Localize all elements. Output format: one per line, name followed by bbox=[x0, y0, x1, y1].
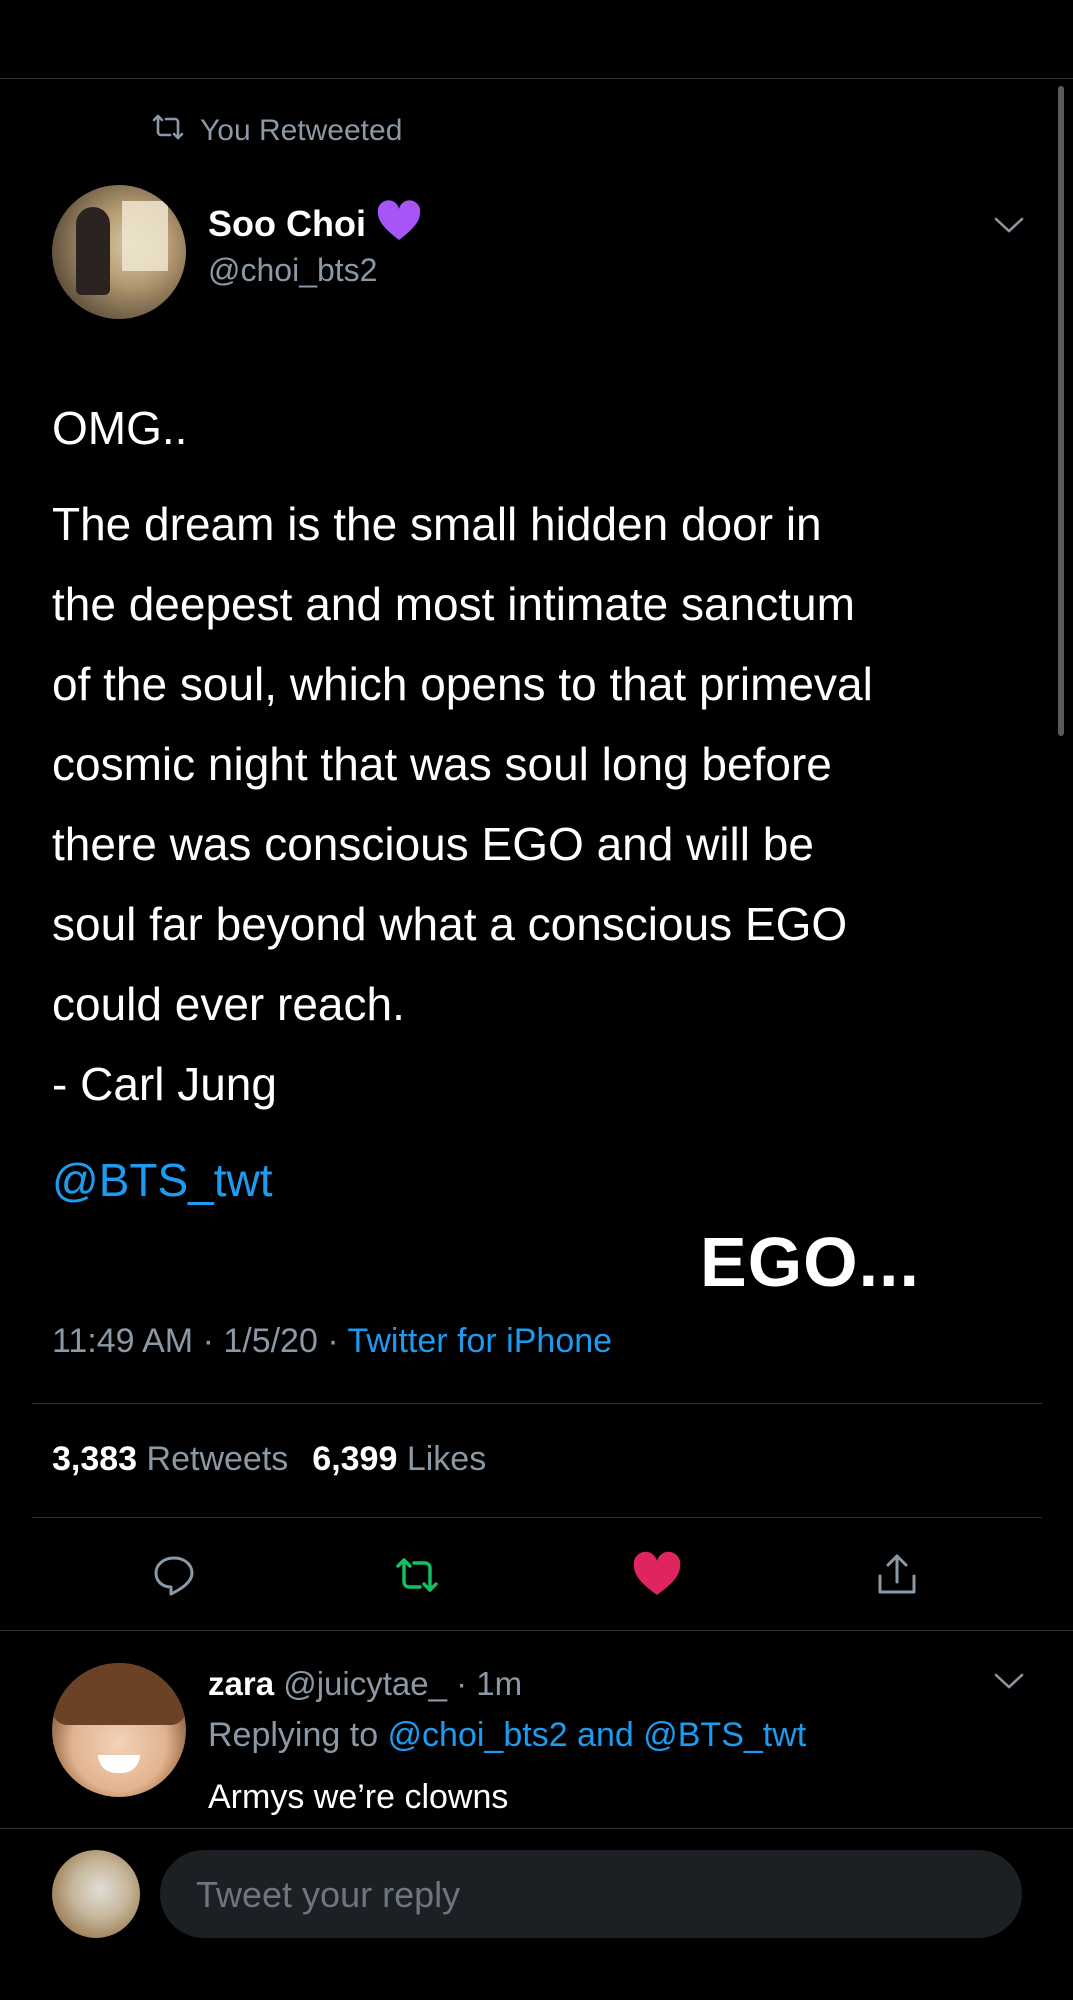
author-name[interactable]: Soo Choi bbox=[208, 203, 366, 245]
divider bbox=[0, 1630, 1073, 1631]
replying-prefix: Replying to bbox=[208, 1716, 388, 1754]
retweets-count: 3,383 bbox=[52, 1440, 138, 1478]
chevron-down-icon[interactable] bbox=[992, 214, 1026, 236]
retweet-icon bbox=[396, 1558, 438, 1592]
likes-stat[interactable]: 6,399 Likes bbox=[312, 1440, 486, 1479]
like-icon bbox=[633, 1551, 681, 1595]
share-icon bbox=[878, 1554, 916, 1594]
tweet-line: OMG.. bbox=[52, 402, 188, 454]
divider bbox=[32, 1517, 1042, 1518]
tweet-line: the deepest and most intimate sanctum bbox=[52, 578, 855, 630]
replying-targets[interactable]: @choi_bts2 and @BTS_twt bbox=[388, 1716, 807, 1754]
tweet-line: there was conscious EGO and will be bbox=[52, 818, 814, 870]
reply-avatar[interactable] bbox=[52, 1663, 186, 1797]
reply-composer[interactable] bbox=[160, 1850, 1022, 1940]
like-button[interactable] bbox=[630, 1548, 684, 1602]
tweet-line: of the soul, which opens to that primeva… bbox=[52, 658, 873, 710]
likes-count: 6,399 bbox=[312, 1440, 398, 1478]
overlay-caption: EGO... bbox=[700, 1223, 920, 1301]
tweet-meta: 11:49 AM · 1/5/20 · Twitter for iPhone bbox=[52, 1322, 612, 1361]
author-handle[interactable]: @choi_bts2 bbox=[208, 252, 377, 289]
divider bbox=[0, 1828, 1073, 1829]
tweet-line: could ever reach. bbox=[52, 978, 405, 1030]
reply-text: Armys we’re clowns bbox=[208, 1778, 509, 1816]
retweet-banner-label: You Retweeted bbox=[200, 114, 403, 147]
tweet-time: 11:49 AM · 1/5/20 · bbox=[52, 1322, 348, 1360]
reply-author-name[interactable]: zara bbox=[208, 1665, 274, 1702]
tweet-source[interactable]: Twitter for iPhone bbox=[347, 1322, 612, 1360]
avatar[interactable] bbox=[52, 185, 186, 319]
avatar-smile bbox=[98, 1755, 140, 1773]
tweet-stats: 3,383 Retweets 6,399 Likes bbox=[52, 1440, 486, 1479]
chevron-down-icon[interactable] bbox=[992, 1670, 1026, 1692]
retweet-icon bbox=[150, 112, 186, 150]
top-divider bbox=[0, 78, 1073, 79]
avatar-hair bbox=[52, 1663, 186, 1725]
reply-input[interactable] bbox=[194, 1850, 998, 1940]
retweet-banner: You Retweeted bbox=[150, 112, 402, 150]
tweet-text: OMG.. The dream is the small hidden door… bbox=[52, 388, 1042, 1124]
divider bbox=[32, 1403, 1042, 1404]
retweets-label: Retweets bbox=[146, 1440, 289, 1478]
retweet-button[interactable] bbox=[390, 1548, 444, 1602]
avatar-window bbox=[122, 201, 168, 271]
tweet-line: cosmic night that was soul long before bbox=[52, 738, 832, 790]
reply-meta: @juicytae_ · 1m bbox=[274, 1665, 523, 1702]
retweets-stat[interactable]: 3,383 Retweets bbox=[52, 1440, 288, 1479]
tweet-line: - Carl Jung bbox=[52, 1058, 277, 1110]
reply-header: zara @juicytae_ · 1m bbox=[208, 1665, 522, 1703]
likes-label: Likes bbox=[406, 1440, 487, 1478]
my-avatar[interactable] bbox=[52, 1850, 140, 1938]
tweet-line: The dream is the small hidden door in bbox=[52, 498, 822, 550]
share-button[interactable] bbox=[870, 1548, 924, 1602]
scrollbar[interactable] bbox=[1058, 86, 1064, 736]
reply-button[interactable] bbox=[147, 1548, 201, 1602]
author-name-row: Soo Choi bbox=[208, 200, 422, 247]
mention-link[interactable]: @BTS_twt bbox=[52, 1153, 273, 1207]
purple-heart-icon bbox=[376, 200, 422, 247]
replying-to: Replying to @choi_bts2 and @BTS_twt bbox=[208, 1716, 806, 1755]
avatar-figure bbox=[76, 207, 110, 295]
tweet-line: soul far beyond what a conscious EGO bbox=[52, 898, 848, 950]
reply-icon bbox=[154, 1556, 194, 1596]
